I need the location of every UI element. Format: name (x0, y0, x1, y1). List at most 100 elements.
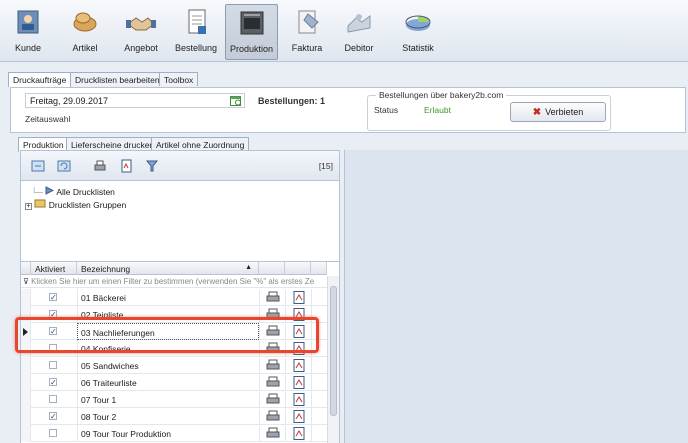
production-list-pane: [15] └─ Alle Drucklisten + Drucklisten G… (20, 150, 340, 443)
expand-icon[interactable]: + (25, 203, 32, 210)
order-document-icon (188, 9, 206, 34)
calendar-icon[interactable] (230, 95, 242, 106)
table-row[interactable]: 07 Tour 1 (21, 391, 327, 408)
pdf-icon[interactable] (285, 409, 311, 424)
table-row[interactable]: ✓ 06 Traiteurliste (21, 374, 327, 391)
row-extra-cell (311, 408, 327, 425)
row-extra-cell (311, 425, 327, 442)
ribbon-statistik-button[interactable]: Statistik (392, 4, 444, 60)
row-indicator (21, 408, 31, 425)
table-row[interactable]: ✓ 01 Bäckerei (21, 289, 327, 306)
print-icon[interactable] (259, 409, 285, 424)
top-panel: Freitag, 29.09.2017 Zeitauswahl Bestellu… (10, 87, 686, 133)
scrollbar-thumb[interactable] (330, 286, 337, 416)
row-extra-cell (311, 289, 327, 306)
tree-item-alle-drucklisten[interactable]: └─ Alle Drucklisten (31, 186, 115, 197)
tab-lieferscheine-drucken[interactable]: Lieferscheine drucken (66, 137, 160, 151)
tree-item-drucklisten-gruppen[interactable]: + Drucklisten Gruppen (25, 198, 126, 210)
aktiviert-checkbox[interactable]: ✓ (49, 293, 57, 302)
tree-item-label: Alle Drucklisten (56, 187, 115, 197)
status-label: Status (374, 105, 399, 115)
pdf-icon[interactable] (285, 392, 311, 407)
main-tabstrip: Druckaufträge Drucklisten bearbeiten Too… (8, 72, 408, 87)
tab-drucklisten-bearbeiten[interactable]: Drucklisten bearbeiten (70, 72, 165, 86)
druckliste-tree: └─ Alle Drucklisten + Drucklisten Gruppe… (21, 182, 339, 260)
aktiviert-checkbox[interactable] (49, 395, 57, 403)
column-bezeichnung-label: Bezeichnung (81, 264, 131, 274)
print-icon[interactable] (93, 159, 107, 173)
pdf-icon[interactable] (285, 290, 311, 305)
filter-icon: ⊽ (23, 277, 29, 286)
pdf-export-icon[interactable] (119, 159, 133, 173)
sub-tabstrip: Produktion Lieferscheine drucken Artikel… (18, 137, 338, 152)
print-icon[interactable] (259, 358, 285, 373)
tab-toolbox[interactable]: Toolbox (159, 72, 199, 86)
filter-icon[interactable] (145, 159, 159, 173)
handshake-icon (126, 17, 156, 31)
sort-asc-icon: ▲ (245, 264, 252, 271)
pdf-icon[interactable] (285, 426, 311, 441)
status-value: Erlaubt (424, 105, 451, 115)
pie-chart-icon (405, 15, 431, 31)
ribbon-kunde-button[interactable]: Kunde (4, 4, 52, 60)
filter-row[interactable]: ⊽ Klicken Sie hier um einen Filter zu be… (21, 276, 327, 288)
table-row[interactable]: 05 Sandwiches (21, 357, 327, 374)
ribbon-produktion-button[interactable]: Produktion (225, 4, 278, 60)
column-extra (311, 262, 327, 275)
ribbon-angebot-button[interactable]: Angebot (116, 4, 166, 60)
aktiviert-checkbox[interactable]: ✓ (49, 412, 57, 421)
row-indicator (21, 374, 31, 391)
bakery2b-groupbox: Bestellungen über bakery2b.com Status Er… (367, 90, 611, 131)
collapse-icon[interactable] (31, 159, 45, 173)
item-count: [15] (318, 161, 333, 171)
preview-pane (344, 150, 688, 443)
row-extra-cell (311, 374, 327, 391)
aktiviert-checkbox[interactable] (49, 429, 57, 437)
ribbon-artikel-button[interactable]: Artikel (62, 4, 108, 60)
row-indicator (21, 289, 31, 306)
verbieten-button[interactable]: ✖ Verbieten (510, 102, 606, 122)
arrow-right-icon (45, 186, 55, 195)
row-bezeichnung: 06 Traiteurliste (77, 374, 259, 391)
row-indicator (21, 425, 31, 442)
ribbon-faktura-button[interactable]: Faktura (284, 4, 330, 60)
ribbon-debitor-button[interactable]: Debitor (336, 4, 382, 60)
table-row[interactable]: ✓ 08 Tour 2 (21, 408, 327, 425)
refresh-icon[interactable] (57, 159, 71, 173)
tree-item-label: Drucklisten Gruppen (48, 200, 127, 210)
tab-druckauftraege[interactable]: Druckaufträge (8, 72, 72, 87)
pdf-icon[interactable] (285, 358, 311, 373)
row-bezeichnung: 05 Sandwiches (77, 357, 259, 374)
vertical-scrollbar[interactable] (327, 276, 339, 443)
column-aktiviert[interactable]: Aktiviert (31, 262, 77, 275)
print-icon[interactable] (259, 290, 285, 305)
column-bezeichnung[interactable]: Bezeichnung ▲ (77, 262, 259, 275)
header-indicator (21, 262, 31, 275)
highlight-annotation (15, 317, 319, 353)
row-indicator (21, 357, 31, 374)
print-icon[interactable] (259, 392, 285, 407)
zeitauswahl-label: Zeitauswahl (25, 114, 71, 124)
aktiviert-checkbox[interactable] (49, 361, 57, 369)
print-icon[interactable] (259, 426, 285, 441)
row-bezeichnung: 01 Bäckerei (77, 289, 259, 306)
bread-icon (73, 12, 97, 32)
close-icon: ✖ (532, 107, 542, 118)
row-bezeichnung: 09 Tour Tour Produktion (77, 425, 259, 442)
row-bezeichnung: 07 Tour 1 (77, 391, 259, 408)
date-field[interactable]: Freitag, 29.09.2017 (25, 93, 245, 108)
table-row[interactable]: 09 Tour Tour Produktion (21, 425, 327, 442)
date-value: Freitag, 29.09.2017 (30, 96, 109, 106)
print-icon[interactable] (259, 375, 285, 390)
ribbon-bestellung-button[interactable]: Bestellung (172, 4, 220, 60)
aktiviert-checkbox[interactable]: ✓ (49, 378, 57, 387)
invoice-icon (298, 10, 319, 34)
pdf-icon[interactable] (285, 375, 311, 390)
groupbox-title: Bestellungen über bakery2b.com (376, 90, 507, 100)
filter-hint: Klicken Sie hier um einen Filter zu best… (31, 277, 315, 286)
row-extra-cell (311, 357, 327, 374)
tab-artikel-ohne-zuordnung[interactable]: Artikel ohne Zuordnung (151, 137, 250, 151)
row-bezeichnung: 08 Tour 2 (77, 408, 259, 425)
debtor-icon (347, 14, 371, 33)
customer-icon (17, 10, 39, 34)
